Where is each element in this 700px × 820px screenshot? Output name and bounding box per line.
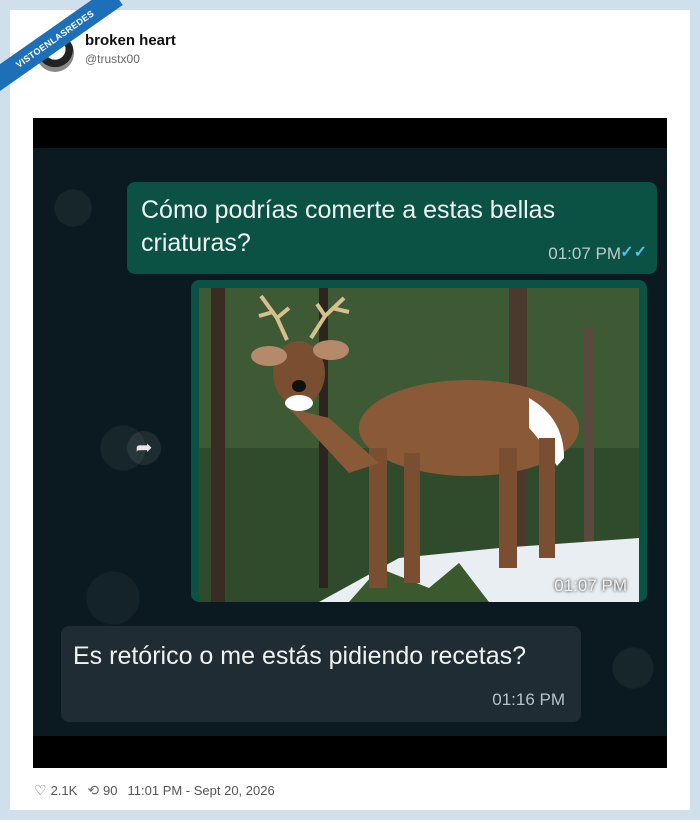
outgoing-message-time: 01:07 PM	[548, 244, 621, 263]
incoming-message-text: Es retórico o me estás pidiendo recetas?	[73, 642, 527, 670]
incoming-message-time: 01:16 PM	[492, 690, 565, 709]
retweet-count: 90	[103, 783, 118, 798]
tweet-footer: ♡ 2.1K ⟲ 90 11:01 PM - Sept 20, 2026	[34, 782, 275, 799]
retweet-button[interactable]: ⟲ 90	[87, 782, 117, 799]
chat-screenshot: Cómo podrías comerte a estas bellas cria…	[33, 118, 667, 768]
deer-photo[interactable]: 01:07 PM	[199, 288, 639, 602]
retweet-icon: ⟲	[87, 782, 100, 798]
heart-icon: ♡	[34, 782, 47, 798]
author-name[interactable]: broken heart	[85, 32, 176, 49]
image-message-time: 01:07 PM	[554, 576, 627, 595]
outgoing-message: Cómo podrías comerte a estas bellas cria…	[127, 182, 657, 274]
read-ticks-icon: ✓✓	[620, 244, 647, 261]
author-handle[interactable]: @trustx00	[85, 52, 140, 66]
incoming-message: Es retórico o me estás pidiendo recetas?…	[61, 626, 581, 722]
tweet-timestamp[interactable]: 11:01 PM - Sept 20, 2026	[128, 783, 275, 798]
like-button[interactable]: ♡ 2.1K	[34, 782, 77, 799]
chat-area: Cómo podrías comerte a estas bellas cria…	[33, 148, 667, 736]
forward-icon[interactable]: ➦	[127, 431, 161, 465]
like-count: 2.1K	[50, 783, 78, 798]
tweet-card: VISTOENLASREDES broken heart @trustx00 C…	[0, 0, 690, 810]
image-message[interactable]: 01:07 PM	[191, 280, 647, 602]
